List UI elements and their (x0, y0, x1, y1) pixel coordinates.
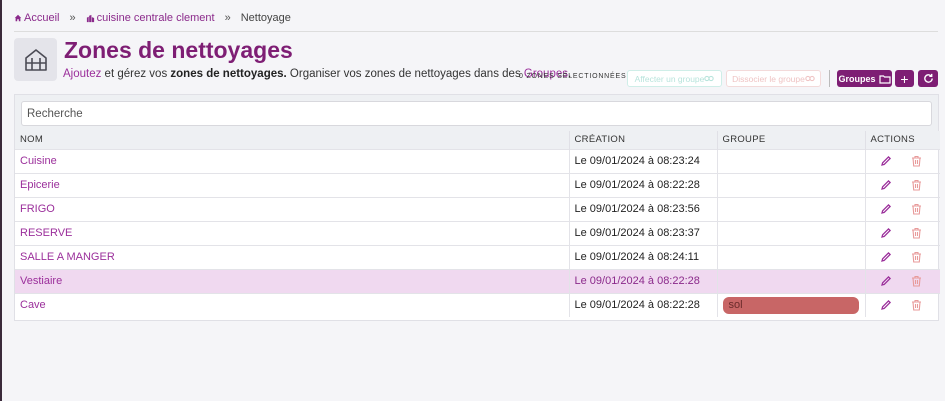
link-icon (704, 75, 715, 82)
dissociate-group-label: Dissocier le groupe (732, 73, 805, 84)
groups-button[interactable]: Groupes (837, 70, 892, 87)
group-cell (717, 244, 866, 269)
selection-count: 0 ZONES SÉLECTIONNÉES (519, 73, 627, 80)
zones-table-card: NOM CRÉATION GROUPE ACTIONS CuisineLe 09… (14, 94, 940, 321)
pencil-icon[interactable] (880, 155, 892, 167)
breadcrumb-current: Nettoyage (240, 12, 291, 24)
group-cell (717, 148, 866, 173)
creation-date: Le 09/01/2024 à 08:22:28 (569, 172, 718, 197)
group-cell (717, 268, 866, 293)
trash-icon[interactable] (911, 155, 922, 167)
breadcrumb-site-label: cuisine centrale clement (96, 12, 215, 24)
pencil-icon[interactable] (880, 299, 892, 311)
zone-name[interactable]: FRIGO (15, 196, 570, 221)
add-zone-button[interactable]: + (895, 70, 914, 87)
search-bar (15, 95, 938, 131)
breadcrumb-site[interactable]: cuisine centrale clement (86, 12, 215, 24)
divider (14, 31, 938, 32)
trash-icon[interactable] (911, 203, 922, 215)
actions-cell (865, 244, 940, 269)
zone-name[interactable]: SALLE A MANGER (15, 244, 570, 269)
creation-date: Le 09/01/2024 à 08:23:37 (569, 220, 718, 245)
subtitle-text: Organiser vos zones de nettoyages dans d… (286, 68, 524, 80)
zone-name[interactable]: Cave (15, 292, 570, 317)
toolbar-separator (829, 70, 830, 87)
trash-icon[interactable] (911, 251, 922, 263)
assign-group-button[interactable]: Affecter un groupe (627, 70, 722, 87)
creation-date: Le 09/01/2024 à 08:23:56 (569, 196, 718, 221)
creation-date: Le 09/01/2024 à 08:22:28 (569, 268, 718, 293)
group-tag: sol (722, 296, 859, 314)
search-input[interactable] (21, 101, 932, 126)
refresh-icon (923, 73, 933, 83)
zone-name[interactable]: Epicerie (15, 172, 570, 197)
creation-date: Le 09/01/2024 à 08:24:11 (569, 244, 718, 269)
folder-icon (878, 74, 891, 84)
zone-name[interactable]: Vestiaire (15, 268, 570, 293)
breadcrumb-home-label: Accueil (24, 12, 60, 24)
window-edge (0, 0, 2, 401)
trash-icon[interactable] (911, 179, 922, 191)
pencil-icon[interactable] (880, 227, 892, 239)
unlink-icon (805, 75, 815, 82)
dissociate-group-button[interactable]: Dissocier le groupe (726, 70, 821, 87)
zones-icon (14, 38, 57, 81)
actions-cell (865, 172, 940, 197)
breadcrumb-home[interactable]: Accueil (14, 12, 59, 24)
subtitle-text: et gérez vos (101, 68, 171, 80)
breadcrumb-separator: » (69, 12, 76, 24)
zones-table: NOM CRÉATION GROUPE ACTIONS Cuisine Le 09… (15, 131, 940, 317)
creation-date: Le 09/01/2024 à 08:22:28 (569, 292, 718, 317)
plus-icon: + (900, 70, 909, 87)
table-row[interactable]: FRIGO Le 09/01/2024 à 08:23:56 (15, 196, 940, 221)
groups-button-label: Groupes (838, 73, 876, 84)
column-header-created[interactable]: CRÉATION (569, 131, 718, 149)
creation-date: Le 09/01/2024 à 08:23:24 (569, 148, 718, 173)
table-row[interactable]: RESERVE Le 09/01/2024 à 08:23:37 (15, 220, 940, 245)
column-header-actions: ACTIONS (865, 131, 940, 149)
group-cell (717, 220, 866, 245)
subtitle-emphasis: zones de nettoyages. (170, 68, 287, 80)
trash-icon[interactable] (911, 275, 922, 287)
table-row[interactable]: Cave Le 09/01/2024 à 08:22:28 sol (15, 292, 940, 317)
table-header-row: NOM CRÉATION GROUPE ACTIONS (15, 131, 940, 149)
assign-group-label: Affecter un groupe (634, 73, 705, 84)
pencil-icon[interactable] (880, 179, 892, 191)
pencil-icon[interactable] (880, 251, 892, 263)
zone-name[interactable]: RESERVE (15, 220, 570, 245)
actions-cell (865, 292, 940, 317)
trash-icon[interactable] (911, 299, 922, 311)
page-subtitle: Ajoutez et gérez vos zones de nettoyages… (63, 68, 571, 80)
breadcrumb-separator: » (224, 12, 231, 24)
trash-icon[interactable] (911, 227, 922, 239)
actions-cell (865, 220, 940, 245)
table-row[interactable]: SALLE A MANGER Le 09/01/2024 à 08:24:11 (15, 244, 940, 269)
add-link[interactable]: Ajoutez (63, 68, 101, 80)
actions-cell (865, 196, 940, 221)
table-row[interactable]: Cuisine Le 09/01/2024 à 08:23:24 (15, 148, 940, 173)
group-cell: sol (717, 292, 866, 317)
actions-cell (865, 268, 940, 293)
refresh-button[interactable] (918, 70, 938, 87)
column-header-name[interactable]: NOM (15, 131, 570, 149)
page-title: Zones de nettoyages (64, 37, 293, 63)
pencil-icon[interactable] (880, 275, 892, 287)
building-icon (86, 14, 94, 22)
table-row[interactable]: Vestiaire Le 09/01/2024 à 08:22:28 (15, 268, 940, 293)
table-row[interactable]: Epicerie Le 09/01/2024 à 08:22:28 (15, 172, 940, 197)
group-cell (717, 172, 866, 197)
actions-cell (865, 148, 940, 173)
home-icon (14, 14, 22, 22)
group-cell (717, 196, 866, 221)
zone-name[interactable]: Cuisine (15, 148, 570, 173)
column-header-group[interactable]: GROUPE (717, 131, 866, 149)
pencil-icon[interactable] (880, 203, 892, 215)
breadcrumb: Accueil » cuisine centrale clement » Net… (14, 12, 291, 24)
